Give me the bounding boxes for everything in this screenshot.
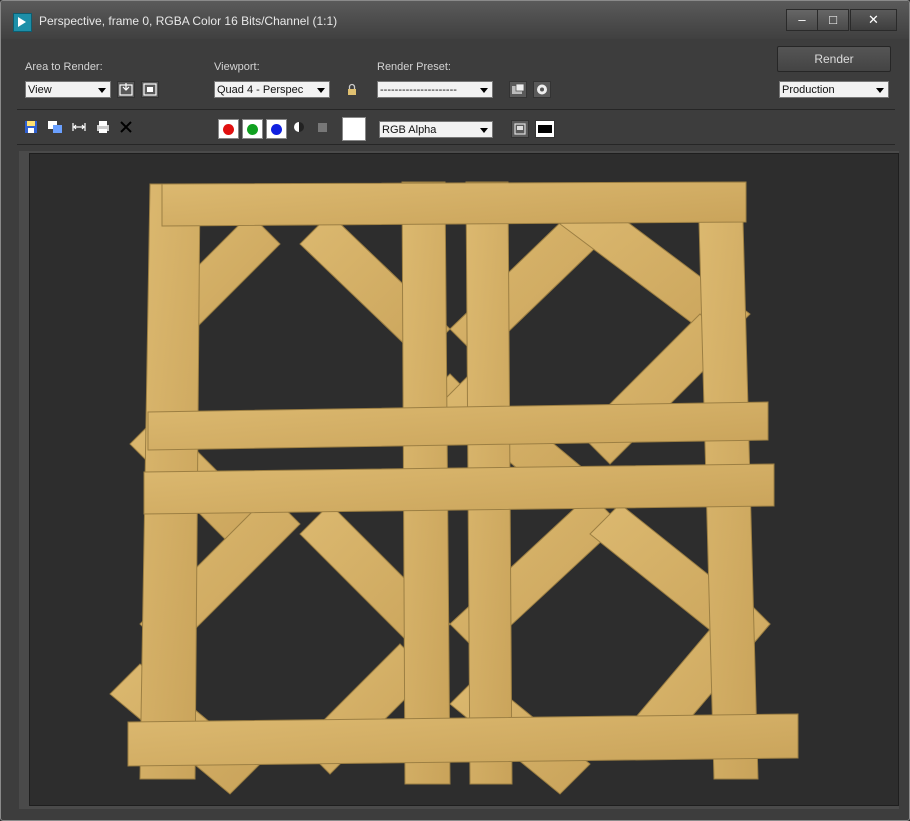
green-channel-toggle[interactable] xyxy=(242,119,263,139)
area-to-render-label: Area to Render: xyxy=(25,61,103,73)
area-to-render-dropdown[interactable]: View xyxy=(25,81,111,98)
environment-effects-icon[interactable] xyxy=(533,81,551,98)
print-setup-icon[interactable] xyxy=(71,119,87,135)
render-preset-dropdown[interactable]: --------------------- xyxy=(377,81,493,98)
rendered-lattice-image xyxy=(109,181,799,795)
toolbar-divider-2 xyxy=(17,144,895,145)
rendered-frame-window: Perspective, frame 0, RGBA Color 16 Bits… xyxy=(0,0,910,821)
lock-icon[interactable] xyxy=(343,81,361,98)
app-icon xyxy=(13,13,32,32)
viewport-dropdown[interactable]: Quad 4 - Perspec xyxy=(214,81,330,98)
render-setup-icon[interactable] xyxy=(509,81,527,98)
close-button[interactable]: ✕ xyxy=(850,9,897,31)
viewport-label: Viewport: xyxy=(214,61,260,73)
clear-icon[interactable] xyxy=(118,119,134,135)
render-mode-dropdown[interactable]: Production xyxy=(779,81,889,98)
render-button[interactable]: Render xyxy=(777,46,891,72)
edit-region-icon[interactable] xyxy=(117,81,135,98)
green-channel-icon xyxy=(247,124,258,135)
toolbar-divider xyxy=(17,109,895,110)
monochrome-icon[interactable] xyxy=(315,119,331,135)
toggle-ui-overlay-icon[interactable] xyxy=(511,120,529,138)
print-icon[interactable] xyxy=(95,119,111,135)
clone-frame-icon[interactable] xyxy=(47,119,63,135)
auto-region-icon[interactable] xyxy=(141,81,159,98)
toggle-ui-icon[interactable] xyxy=(535,120,555,138)
minimize-button[interactable]: – xyxy=(786,9,818,31)
alpha-channel-icon[interactable] xyxy=(291,119,307,135)
channel-display-dropdown[interactable]: RGB Alpha xyxy=(379,121,493,138)
blue-channel-toggle[interactable] xyxy=(266,119,287,139)
save-image-icon[interactable] xyxy=(23,119,39,135)
maximize-button[interactable]: □ xyxy=(817,9,849,31)
red-channel-toggle[interactable] xyxy=(218,119,239,139)
blue-channel-icon xyxy=(271,124,282,135)
red-channel-icon xyxy=(223,124,234,135)
title-bar[interactable]: Perspective, frame 0, RGBA Color 16 Bits… xyxy=(1,1,909,39)
background-color-swatch[interactable] xyxy=(342,117,366,141)
render-viewport[interactable] xyxy=(29,153,899,806)
window-title: Perspective, frame 0, RGBA Color 16 Bits… xyxy=(39,14,338,28)
render-preset-label: Render Preset: xyxy=(377,61,451,73)
